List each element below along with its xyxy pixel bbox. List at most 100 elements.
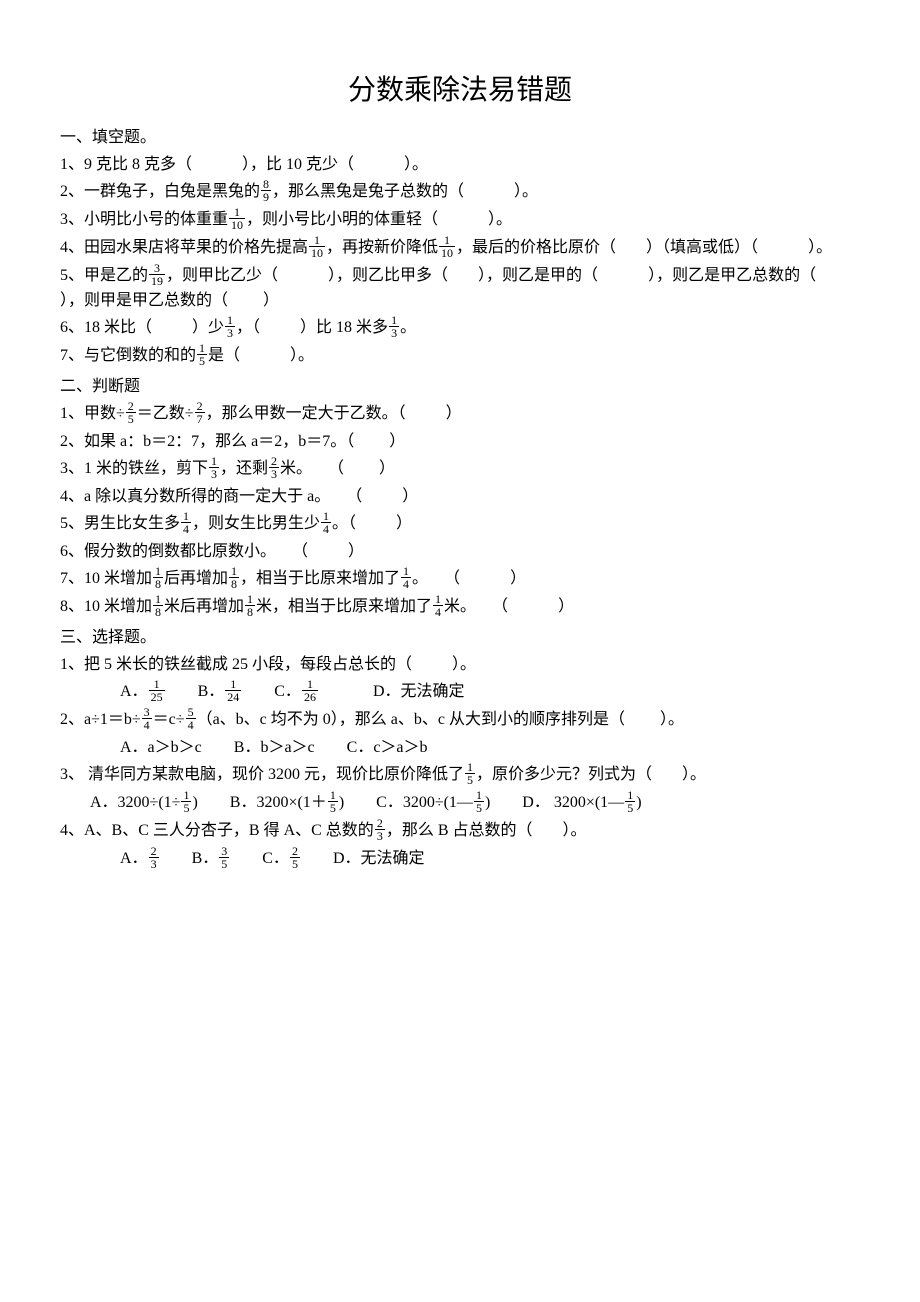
- text: ）: [379, 460, 395, 477]
- text: ）: [389, 433, 405, 450]
- s3-q4: 4、A、B、C 三人分杏子，B 得 A、C 总数的23，那么 B 占总数的（）。: [60, 819, 860, 844]
- opt-a: A．: [120, 850, 148, 867]
- text: 3、1 米的铁丝，剪下: [60, 460, 208, 477]
- opt-a: A．a＞b＞c: [120, 739, 202, 756]
- text: ），比 10 克少（: [242, 156, 354, 173]
- text: 6、18 米比（: [60, 319, 152, 336]
- fraction: 124: [225, 678, 241, 703]
- s1-q4: 4、田园水果店将苹果的价格先提高110，再按新价降低110，最后的价格比原价（）…: [60, 236, 860, 261]
- fraction: 25: [126, 400, 136, 425]
- text: 。: [400, 319, 416, 336]
- text: ，原价多少元？列式为（: [476, 766, 652, 783]
- fraction: 23: [269, 455, 279, 480]
- text: ，还剩: [220, 460, 268, 477]
- fraction: 13: [225, 314, 235, 339]
- s2-q2: 2、如果 a：b＝2：7，那么 a＝2，b＝7。（）: [60, 430, 860, 454]
- text: ）（填高或低）（: [646, 239, 758, 256]
- opt-b: B．b＞a＞c: [234, 739, 315, 756]
- section-2-heading: 二、判断题: [60, 375, 860, 399]
- opt-c: C．3200÷(1—: [376, 794, 473, 811]
- fraction: 18: [153, 565, 163, 590]
- s3-q2-opts: A．a＞b＞c B．b＞a＞c C．c＞a＞b: [60, 736, 860, 760]
- s2-q3: 3、1 米的铁丝，剪下13，还剩23米。 （）: [60, 457, 860, 482]
- s2-q4: 4、a 除以真分数所得的商一定大于 a。 （ ）: [60, 485, 860, 509]
- page-title: 分数乘除法易错题: [60, 70, 860, 112]
- s3-q4-opts: A．23 B．35 C．25 D．无法确定: [60, 847, 860, 872]
- text: ），则甲是甲乙总数的（: [60, 292, 228, 309]
- text: 米后再增加: [164, 598, 244, 615]
- text: ）。: [682, 766, 706, 783]
- text: 4、a 除以真分数所得的商一定大于 a。 （: [60, 488, 362, 505]
- s3-q3-opts: A．3200÷(1÷15) B．3200×(1＋15) C．3200÷(1—15…: [60, 791, 860, 816]
- fraction: 14: [401, 565, 411, 590]
- opt-c: C．: [262, 850, 289, 867]
- text: 后再增加: [164, 570, 228, 587]
- fraction: 54: [186, 706, 196, 731]
- text: 1、甲数÷: [60, 405, 125, 422]
- text: 。（: [332, 515, 356, 532]
- section-1-heading: 一、填空题。: [60, 126, 860, 150]
- section-3-heading: 三、选择题。: [60, 626, 860, 650]
- text: 8、10 米增加: [60, 598, 152, 615]
- fraction: 110: [229, 206, 245, 231]
- text: （a、b、c 均不为 0），那么 a、b、c 从大到小的顺序排列是（: [197, 711, 625, 728]
- text: 1、把 5 米长的铁丝截成 25 小段，每段占总长的（: [60, 656, 412, 673]
- s2-q8: 8、10 米增加18米后再增加18米，相当于比原来增加了14米。 （）: [60, 595, 860, 620]
- text: ）: [402, 488, 418, 505]
- opt-d: D．无法确定: [373, 683, 465, 700]
- text: ）: [510, 570, 526, 587]
- fraction: 15: [181, 789, 191, 814]
- fraction: 14: [181, 510, 191, 535]
- text: 米。 （: [444, 598, 508, 615]
- fraction: 125: [149, 678, 165, 703]
- fraction: 15: [474, 789, 484, 814]
- text: ，（: [236, 319, 260, 336]
- s2-q6: 6、假分数的倒数都比原数小。 （）: [60, 540, 860, 564]
- text: 3、 清华同方某款电脑，现价 3200 元，现价比原价降低了: [60, 766, 464, 783]
- text: ）少: [192, 319, 224, 336]
- text: ＝c÷: [153, 711, 185, 728]
- fraction: 23: [149, 845, 159, 870]
- opt-d: D． 3200×(1—: [522, 794, 624, 811]
- s2-q7: 7、10 米增加18后再增加18，相当于比原来增加了14。 （）: [60, 567, 860, 592]
- text: 2、一群兔子，白兔是黑兔的: [60, 183, 260, 200]
- fraction: 110: [309, 234, 325, 259]
- s1-q3: 3、小明比小号的体重重110，则小号比小明的体重轻（）。: [60, 208, 860, 233]
- fraction: 13: [209, 455, 219, 480]
- text: ）。: [488, 211, 512, 228]
- fraction: 14: [433, 593, 443, 618]
- text: ）。: [563, 822, 587, 839]
- s1-q1: 1、9 克比 8 克多（），比 10 克少（）。: [60, 153, 860, 177]
- fraction: 15: [328, 789, 338, 814]
- text: 5、甲是乙的: [60, 267, 148, 284]
- fraction: 25: [290, 845, 300, 870]
- opt-b: B．3200×(1＋: [230, 794, 327, 811]
- text: ）比 18 米多: [300, 319, 388, 336]
- opt-b: B．: [198, 683, 225, 700]
- fraction: 15: [625, 789, 635, 814]
- fraction: 110: [439, 234, 455, 259]
- text: ）。: [452, 656, 476, 673]
- text: ): [636, 794, 641, 811]
- fraction: 89: [261, 178, 271, 203]
- text: ）。: [660, 711, 684, 728]
- text: ）。: [808, 239, 832, 256]
- text: ）: [263, 292, 279, 309]
- fraction: 15: [197, 342, 207, 367]
- s2-q5: 5、男生比女生多14，则女生比男生少14。（）: [60, 512, 860, 537]
- text: ）: [396, 515, 412, 532]
- s1-q5: 5、甲是乙的319，则甲比乙少（），则乙比甲多（），则乙是甲的（），则乙是甲乙总…: [60, 264, 860, 313]
- s3-q1: 1、把 5 米长的铁丝截成 25 小段，每段占总长的（ ）。: [60, 653, 860, 677]
- text: ): [339, 794, 344, 811]
- fraction: 319: [149, 262, 165, 287]
- text: 6、假分数的倒数都比原数小。 （: [60, 543, 308, 560]
- text: ，最后的价格比原价（: [456, 239, 616, 256]
- fraction: 18: [245, 593, 255, 618]
- text: 。 （: [412, 570, 460, 587]
- fraction: 27: [195, 400, 205, 425]
- fraction: 18: [153, 593, 163, 618]
- text: ＝乙数÷: [137, 405, 194, 422]
- fraction: 23: [375, 817, 385, 842]
- text: 7、10 米增加: [60, 570, 152, 587]
- opt-c: C．: [274, 683, 301, 700]
